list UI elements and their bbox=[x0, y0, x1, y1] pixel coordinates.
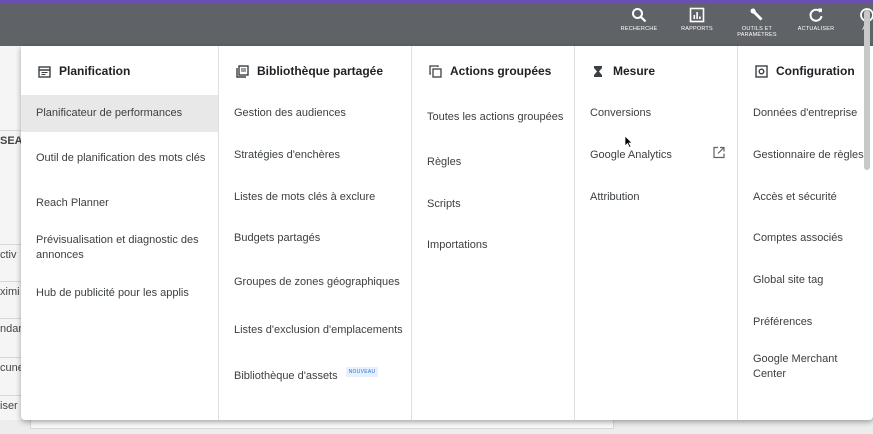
menu-item-label: Règles bbox=[427, 155, 462, 168]
menu-item-label: Accès et sécurité bbox=[753, 190, 837, 203]
library-icon bbox=[235, 64, 249, 78]
tools-settings-button[interactable]: OUTILS ET PARAMÈTRES bbox=[727, 7, 787, 38]
menu-item-google-analytics[interactable]: Google Analytics bbox=[575, 136, 737, 174]
bulk-actions-title: Actions groupées bbox=[450, 64, 552, 78]
menu-item-label: Outil de planification des mots clés bbox=[36, 151, 206, 164]
bulk-actions-heading: Actions groupées bbox=[428, 64, 551, 78]
menu-item-global-site-tag[interactable]: Global site tag bbox=[738, 260, 873, 300]
menu-item-location-groups[interactable]: Groupes de zones géographiques bbox=[219, 260, 411, 304]
menu-item-asset-library[interactable]: Bibliothèque d'assets NOUVEAU bbox=[219, 356, 411, 396]
menu-item-rules[interactable]: Règles bbox=[412, 143, 574, 181]
reports-icon bbox=[689, 7, 705, 23]
menu-item-linked-accounts[interactable]: Comptes associés bbox=[738, 220, 873, 256]
tools-label-2: PARAMÈTRES bbox=[737, 32, 777, 38]
menu-item-label: Listes de mots clés à exclure bbox=[234, 190, 376, 203]
menu-item-ad-preview[interactable]: Prévisualisation et diagnostic des annon… bbox=[21, 226, 218, 270]
scrollbar[interactable] bbox=[864, 10, 870, 170]
planning-title: Planification bbox=[59, 64, 131, 78]
search-button[interactable]: RECHERCHE bbox=[609, 7, 669, 32]
reports-label: RAPPORTS bbox=[681, 26, 713, 32]
menu-item-label: Importations bbox=[427, 238, 488, 251]
shared-library-title: Bibliothèque partagée bbox=[257, 64, 384, 78]
menu-item-label: Attribution bbox=[590, 190, 640, 203]
menu-item-label: Bibliothèque d'assets bbox=[234, 369, 338, 382]
menu-item-label: Stratégies d'enchères bbox=[234, 148, 341, 161]
menu-item-scripts[interactable]: Scripts bbox=[412, 185, 574, 223]
settings-box-icon bbox=[754, 64, 768, 78]
menu-item-label: Conversions bbox=[590, 107, 652, 119]
tools-settings-menu: Planification Planificateur de performan… bbox=[21, 46, 873, 420]
background-box bbox=[30, 420, 614, 429]
menu-item-label: Comptes associés bbox=[753, 231, 843, 244]
mouse-cursor-icon bbox=[624, 135, 633, 148]
menu-item-attribution[interactable]: Attribution bbox=[575, 178, 737, 216]
menu-item-audience-manager[interactable]: Gestion des audiences bbox=[219, 95, 411, 132]
menu-item-placement-exclusion-lists[interactable]: Listes d'exclusion d'emplacements bbox=[219, 308, 411, 352]
setup-title: Configuration bbox=[776, 64, 855, 78]
menu-item-access-security[interactable]: Accès et sécurité bbox=[738, 178, 873, 216]
shared-library-heading: Bibliothèque partagée bbox=[235, 64, 383, 78]
menu-item-bid-strategies[interactable]: Stratégies d'enchères bbox=[219, 136, 411, 174]
menu-item-label: Gestion des audiences bbox=[234, 107, 346, 119]
search-icon bbox=[632, 8, 647, 23]
menu-item-label: Toutes les actions groupées bbox=[427, 110, 564, 123]
planning-column: Planification Planificateur de performan… bbox=[21, 46, 218, 420]
refresh-label: ACTUALISER bbox=[797, 26, 835, 32]
copy-icon bbox=[428, 64, 442, 78]
hourglass-icon bbox=[591, 64, 605, 78]
reports-button[interactable]: RAPPORTS bbox=[667, 7, 727, 32]
bulk-actions-column: Actions groupées Toutes les actions grou… bbox=[411, 46, 574, 420]
menu-item-conversions[interactable]: Conversions bbox=[575, 95, 737, 132]
top-toolbar: RECHERCHE RAPPORTS OUTILS ET PARAMÈTRES … bbox=[0, 0, 873, 46]
measurement-title: Mesure bbox=[613, 64, 656, 78]
menu-item-label: Reach Planner bbox=[36, 196, 109, 209]
setup-heading: Configuration bbox=[754, 64, 855, 78]
menu-item-uploads[interactable]: Importations bbox=[412, 227, 574, 263]
menu-item-label: Google Analytics bbox=[590, 148, 672, 161]
menu-item-preferences[interactable]: Préférences bbox=[738, 303, 873, 341]
calendar-icon bbox=[37, 64, 51, 78]
menu-item-label: Google Merchant Center bbox=[753, 353, 838, 380]
refresh-icon bbox=[809, 8, 823, 22]
menu-item-performance-planner[interactable]: Planificateur de performances bbox=[21, 95, 218, 132]
menu-item-label: Planificateur de performances bbox=[36, 107, 183, 119]
new-badge: NOUVEAU bbox=[345, 367, 379, 377]
menu-item-label: Scripts bbox=[427, 197, 461, 210]
menu-item-label: Préférences bbox=[753, 315, 813, 328]
planning-heading: Planification bbox=[37, 64, 130, 78]
menu-item-negative-keyword-lists[interactable]: Listes de mots clés à exclure bbox=[219, 178, 411, 216]
menu-item-label: Prévisualisation et diagnostic des annon… bbox=[36, 234, 199, 261]
setup-column: Configuration Données d'entreprise Gesti… bbox=[737, 46, 873, 420]
refresh-button[interactable]: ACTUALISER bbox=[786, 7, 846, 32]
search-label: RECHERCHE bbox=[620, 26, 658, 32]
menu-item-label: Hub de publicité pour les applis bbox=[36, 286, 189, 299]
external-link-icon bbox=[713, 146, 725, 164]
menu-item-label: Groupes de zones géographiques bbox=[234, 275, 400, 288]
shared-library-column: Bibliothèque partagée Gestion des audien… bbox=[218, 46, 411, 420]
menu-item-rules-manager[interactable]: Gestionnaire de règles bbox=[738, 136, 873, 174]
wrench-icon bbox=[750, 8, 763, 21]
menu-item-app-hub[interactable]: Hub de publicité pour les applis bbox=[21, 275, 218, 311]
menu-item-shared-budgets[interactable]: Budgets partagés bbox=[219, 220, 411, 256]
menu-item-google-merchant-center[interactable]: Google Merchant Center bbox=[738, 345, 873, 389]
menu-item-keyword-planner[interactable]: Outil de planification des mots clés bbox=[21, 136, 218, 180]
menu-item-label: Listes d'exclusion d'emplacements bbox=[234, 323, 403, 336]
menu-item-business-data[interactable]: Données d'entreprise bbox=[738, 95, 873, 132]
menu-item-label: Données d'entreprise bbox=[753, 107, 858, 119]
measurement-heading: Mesure bbox=[591, 64, 655, 78]
menu-item-label: Global site tag bbox=[753, 273, 824, 286]
menu-item-reach-planner[interactable]: Reach Planner bbox=[21, 185, 218, 221]
menu-item-label: Budgets partagés bbox=[234, 231, 321, 244]
measurement-column: Mesure Conversions Google Analytics Attr… bbox=[574, 46, 737, 420]
menu-item-all-bulk-actions[interactable]: Toutes les actions groupées bbox=[412, 95, 574, 139]
menu-item-label: Gestionnaire de règles bbox=[753, 148, 864, 161]
